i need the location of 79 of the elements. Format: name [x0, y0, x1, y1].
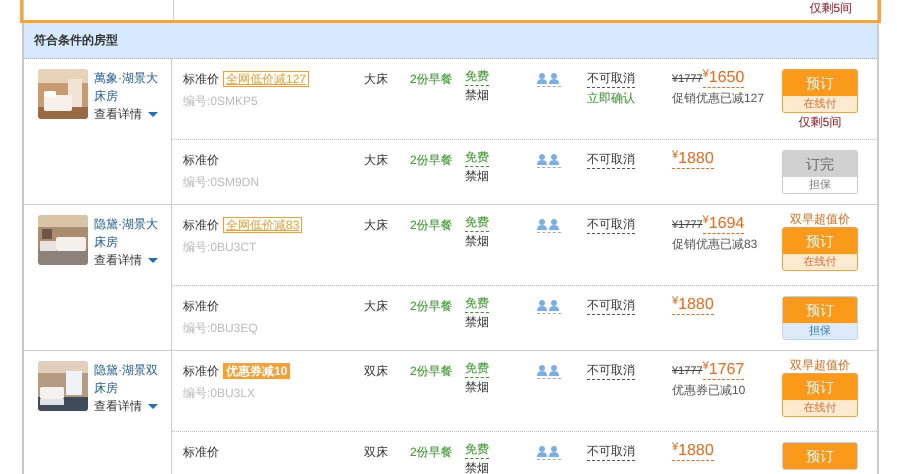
guests-icon — [537, 153, 561, 168]
breakfast-info: 2份早餐 — [410, 218, 453, 232]
guests-icon — [537, 218, 561, 233]
guests-icon — [537, 364, 561, 379]
room-name-link[interactable]: 隐黛·湖景双床房 — [94, 361, 160, 397]
details-link[interactable]: 查看详情 — [94, 251, 160, 269]
cancel-policy: 不可取消 — [587, 215, 635, 234]
guests-icon — [537, 72, 561, 87]
cancel-policy: 不可取消 — [587, 361, 635, 380]
cancel-policy: 不可取消 — [587, 150, 635, 169]
original-price: ¥1777 — [672, 219, 703, 233]
breakfast-info: 2份早餐 — [410, 299, 453, 313]
promo-tag: 全网低价减127 — [223, 71, 310, 87]
original-price: ¥1777 — [672, 73, 703, 87]
rate-name: 标准价 — [183, 444, 219, 460]
smoking-info: 禁烟 — [465, 168, 489, 185]
smoking-info: 禁烟 — [465, 460, 489, 474]
details-link[interactable]: 查看详情 — [94, 105, 160, 123]
rate-name: 标准价 — [183, 152, 219, 168]
breakfast-info: 2份早餐 — [410, 445, 453, 459]
wifi-info: 免费 — [465, 68, 489, 86]
bed-type: 大床 — [364, 153, 388, 167]
deal-label: 双早超值价 — [790, 357, 850, 373]
rate-name: 标准价 — [183, 362, 219, 380]
room-name-link[interactable]: 隐黛·湖景大床房 — [94, 215, 160, 251]
rate-code: 编号:0BU3LX — [183, 385, 256, 402]
rate-name: 标准价 — [183, 298, 219, 314]
price: $^{¥}$1694 — [702, 215, 744, 234]
wifi-info: 免费 — [465, 360, 489, 378]
smoking-info: 禁烟 — [465, 87, 489, 104]
bed-type: 大床 — [364, 299, 388, 313]
bed-type: 双床 — [364, 445, 388, 459]
price: $^{¥}$1650 — [702, 69, 744, 88]
discount-note: 优惠券已减10 — [672, 382, 746, 399]
deal-label: 双早超值价 — [790, 211, 850, 227]
smoking-info: 禁烟 — [465, 379, 489, 396]
breakfast-info: 2份早餐 — [410, 72, 453, 86]
cancel-policy: 不可取消 — [587, 69, 635, 88]
breakfast-info: 2份早餐 — [410, 364, 453, 378]
price: $^{¥}$1767 — [702, 361, 744, 380]
rate-code: 编号:0BU3EQ — [183, 320, 259, 337]
guests-icon — [537, 299, 561, 314]
wifi-info: 免费 — [465, 295, 489, 313]
confirm-note: 立即确认 — [587, 90, 635, 107]
rate-name: 标准价 — [183, 216, 219, 234]
breakfast-info: 2份早餐 — [410, 153, 453, 167]
price: $^{¥}$1880 — [672, 150, 714, 169]
rooms-left-note: 仅剩5间 — [809, 0, 852, 17]
bed-type: 大床 — [364, 218, 388, 232]
caret-icon — [148, 112, 158, 116]
guests-icon — [537, 445, 561, 460]
caret-icon — [148, 258, 158, 262]
rooms-left-note: 仅剩5间 — [798, 114, 842, 131]
rate-code: 编号:0SMKP5 — [183, 93, 259, 110]
details-link[interactable]: 查看详情 — [94, 397, 160, 415]
room-name-link[interactable]: 萬象·湖景大床房 — [94, 69, 160, 105]
discount-note: 促销优惠已减127 — [672, 90, 764, 107]
sold-out-button[interactable]: 订完 担保 — [782, 150, 858, 194]
caret-icon — [148, 404, 158, 408]
book-button[interactable]: 预订 担保 — [782, 296, 858, 340]
price: $^{¥}$1880 — [672, 442, 714, 461]
bed-type: 大床 — [364, 72, 388, 86]
rate-code: 编号:0SM9DN — [183, 174, 260, 191]
price: $^{¥}$1880 — [672, 296, 714, 315]
rate-name: 标准价 — [183, 70, 219, 88]
rate-code: 编号:0BU3CT — [183, 239, 258, 256]
promo-tag: 优惠券减10 — [223, 363, 290, 379]
smoking-info: 禁烟 — [465, 314, 489, 331]
discount-note: 促销优惠已减83 — [672, 236, 758, 253]
bed-type: 双床 — [364, 364, 388, 378]
wifi-info: 免费 — [465, 214, 489, 232]
cancel-policy: 不可取消 — [587, 296, 635, 315]
promo-tag: 全网低价减83 — [223, 217, 302, 233]
smoking-info: 禁烟 — [465, 233, 489, 250]
cancel-policy: 不可取消 — [587, 442, 635, 461]
wifi-info: 免费 — [465, 149, 489, 167]
wifi-info: 免费 — [465, 441, 489, 459]
original-price: ¥1777 — [672, 365, 703, 379]
section-title: 符合条件的房型 — [34, 32, 118, 49]
